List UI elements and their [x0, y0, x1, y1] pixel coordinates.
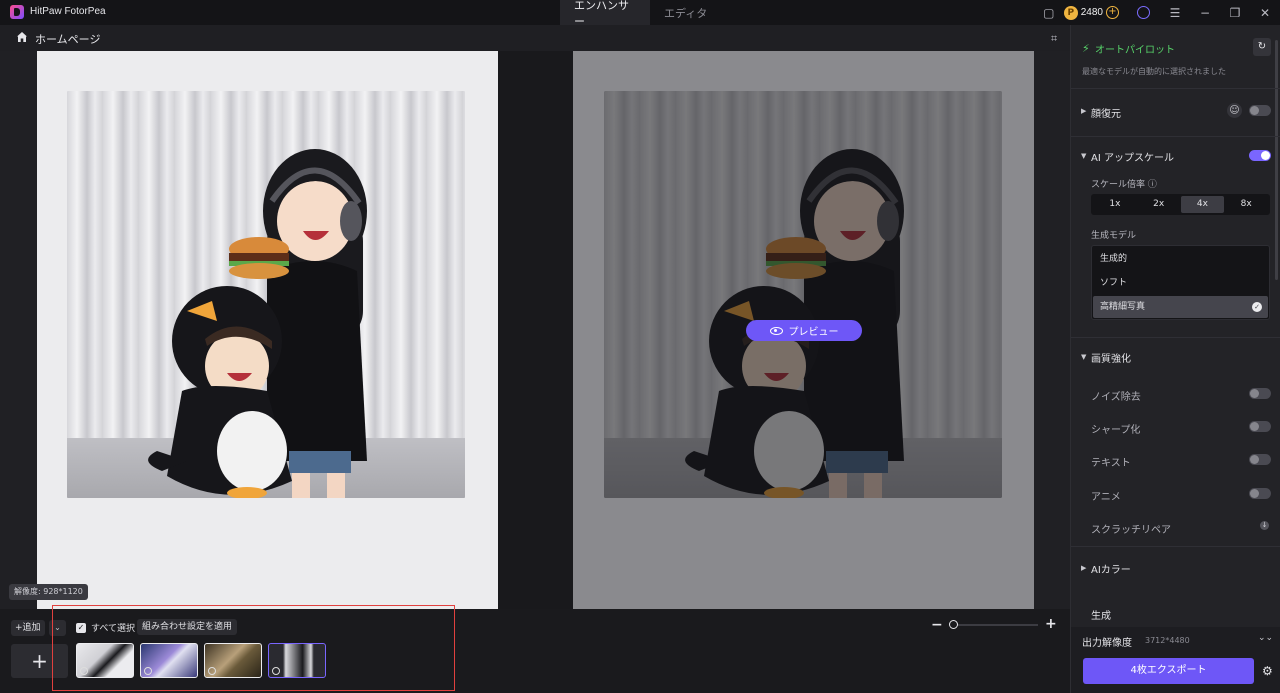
add-coins-icon[interactable]: + [1106, 6, 1119, 19]
resolution-badge: 解像度: 928*1120 [9, 584, 88, 600]
model-option-label: 生成的 [1100, 254, 1128, 264]
scale-option-1x[interactable]: 1x [1093, 196, 1137, 213]
crop-icon[interactable]: ⌗ [1051, 32, 1057, 46]
quality-title[interactable]: 画質強化 [1091, 350, 1131, 365]
home-icon[interactable] [16, 31, 28, 43]
chevron-down-icon[interactable]: ⌄⌄ [1258, 633, 1273, 643]
coin-count: 2480 [1080, 7, 1103, 18]
ai-color-title[interactable]: AIカラー [1091, 561, 1131, 576]
coin-icon: P [1063, 5, 1078, 20]
model-option-generative[interactable]: 生成的 [1093, 248, 1268, 270]
scale-label: スケール倍率 ⓘ [1091, 180, 1157, 190]
close-icon[interactable]: ✕ [1258, 6, 1272, 20]
eye-icon [769, 326, 783, 335]
model-list: 生成的 ソフト 高精細写真 ✓ [1091, 245, 1270, 320]
divider [1071, 136, 1280, 137]
home-link[interactable]: ホームページ [35, 31, 100, 47]
sharpen-toggle[interactable] [1249, 421, 1271, 432]
scale-selector: 1x 2x 4x 8x [1091, 194, 1270, 215]
output-resolution-value: 3712*4480 [1145, 636, 1190, 645]
model-option-high-detail[interactable]: 高精細写真 ✓ [1093, 296, 1268, 318]
divider [1071, 337, 1280, 338]
model-option-soft[interactable]: ソフト [1093, 272, 1268, 294]
select-all-checkbox[interactable]: ✓ すべて選択 [76, 621, 135, 634]
sharpen-label: シャープ化 [1091, 425, 1141, 436]
denoise-label: ノイズ除去 [1091, 392, 1141, 403]
scratch-repair-label: スクラッチリペア [1091, 525, 1171, 536]
gear-icon[interactable]: ⚙ [1262, 664, 1273, 678]
divider [1071, 88, 1280, 89]
collapse-right-icon[interactable]: ▶ [1081, 107, 1086, 115]
select-all-label: すべて選択 [91, 624, 136, 634]
checkmark-icon: ✓ [1252, 302, 1262, 312]
anime-toggle[interactable] [1249, 488, 1271, 499]
panel-scrollbar[interactable] [1275, 40, 1278, 280]
zoom-slider-handle[interactable] [949, 620, 958, 629]
thumbnail-3[interactable] [204, 643, 262, 678]
face-restore-title[interactable]: 顔復元 [1091, 105, 1121, 120]
upscale-title[interactable]: AI アップスケール [1091, 149, 1174, 164]
info-icon [208, 667, 216, 675]
pane-divider [498, 51, 573, 609]
collapse-right-icon[interactable]: ▶ [1081, 564, 1086, 572]
anime-label: アニメ [1091, 492, 1121, 503]
tab-editor[interactable]: エディタ [650, 0, 721, 25]
face-icon[interactable]: ☺ [1227, 103, 1242, 118]
info-icon [272, 667, 280, 675]
title-bar: HitPaw FotorPea エンハンサー エディタ ▢ P 2480 + ☰… [0, 0, 1280, 28]
minimize-icon[interactable]: − [1198, 6, 1212, 20]
characters-illustration [148, 149, 367, 498]
export-button[interactable]: 4枚エクスポート [1083, 658, 1254, 684]
preview-button[interactable]: プレビュー [746, 320, 862, 341]
denoise-toggle[interactable] [1249, 388, 1271, 399]
menu-icon[interactable]: ☰ [1168, 6, 1182, 20]
app-logo-icon [10, 5, 24, 19]
home-bar: ホームページ ⌗ [0, 25, 1070, 51]
autopilot-title: オートパイロット [1095, 45, 1175, 56]
scale-option-8x[interactable]: 8x [1224, 196, 1268, 213]
checkbox-checked-icon: ✓ [76, 622, 86, 633]
lightning-icon: ⚡ [1082, 42, 1090, 55]
info-icon [80, 667, 88, 675]
text-label: テキスト [1091, 458, 1131, 469]
scale-option-2x[interactable]: 2x [1137, 196, 1181, 213]
app-title: HitPaw FotorPea [30, 6, 106, 17]
divider [1071, 546, 1280, 547]
expand-down-icon[interactable]: ▼ [1081, 152, 1086, 160]
model-label: 生成モデル [1091, 231, 1137, 241]
tab-enhancer[interactable]: エンハンサー [560, 0, 650, 28]
model-option-label: ソフト [1100, 278, 1128, 288]
upscale-toggle[interactable] [1249, 150, 1271, 161]
enhanced-photo [604, 91, 1002, 498]
history-icon[interactable]: ▢ [1042, 6, 1056, 20]
info-icon [144, 667, 152, 675]
original-photo [67, 91, 465, 498]
download-icon[interactable]: ↓ [1260, 521, 1269, 530]
model-option-label: 高精細写真 [1100, 302, 1146, 312]
add-button[interactable]: +追加 [11, 620, 45, 636]
top-tabs: エンハンサー エディタ [560, 0, 721, 28]
account-icon[interactable] [1137, 6, 1150, 19]
zoom-out-button[interactable]: − [931, 617, 943, 633]
thumbnail-1[interactable] [76, 643, 134, 678]
thumbnail-4[interactable] [268, 643, 326, 678]
thumbnail-2[interactable] [140, 643, 198, 678]
apply-combined-settings-button[interactable]: 組み合わせ設定を適用 [137, 619, 238, 635]
autopilot-subtitle: 最適なモデルが自動的に選択されました [1082, 67, 1226, 76]
zoom-in-button[interactable]: + [1045, 616, 1057, 632]
title-bar-actions: ▢ P 2480 + ☰ − ❐ ✕ [1034, 0, 1280, 25]
expand-down-icon[interactable]: ▼ [1081, 353, 1086, 361]
ai-color-generate[interactable]: 生成 [1091, 607, 1111, 622]
output-resolution-label: 出力解像度 [1082, 638, 1132, 649]
preview-label: プレビュー [788, 327, 839, 338]
restore-icon[interactable]: ❐ [1228, 6, 1242, 20]
face-restore-toggle[interactable] [1249, 105, 1271, 116]
zoom-slider[interactable] [954, 624, 1038, 626]
refresh-icon[interactable]: ↻ [1253, 38, 1271, 56]
scale-option-4x[interactable]: 4x [1180, 196, 1225, 213]
text-toggle[interactable] [1249, 454, 1271, 465]
